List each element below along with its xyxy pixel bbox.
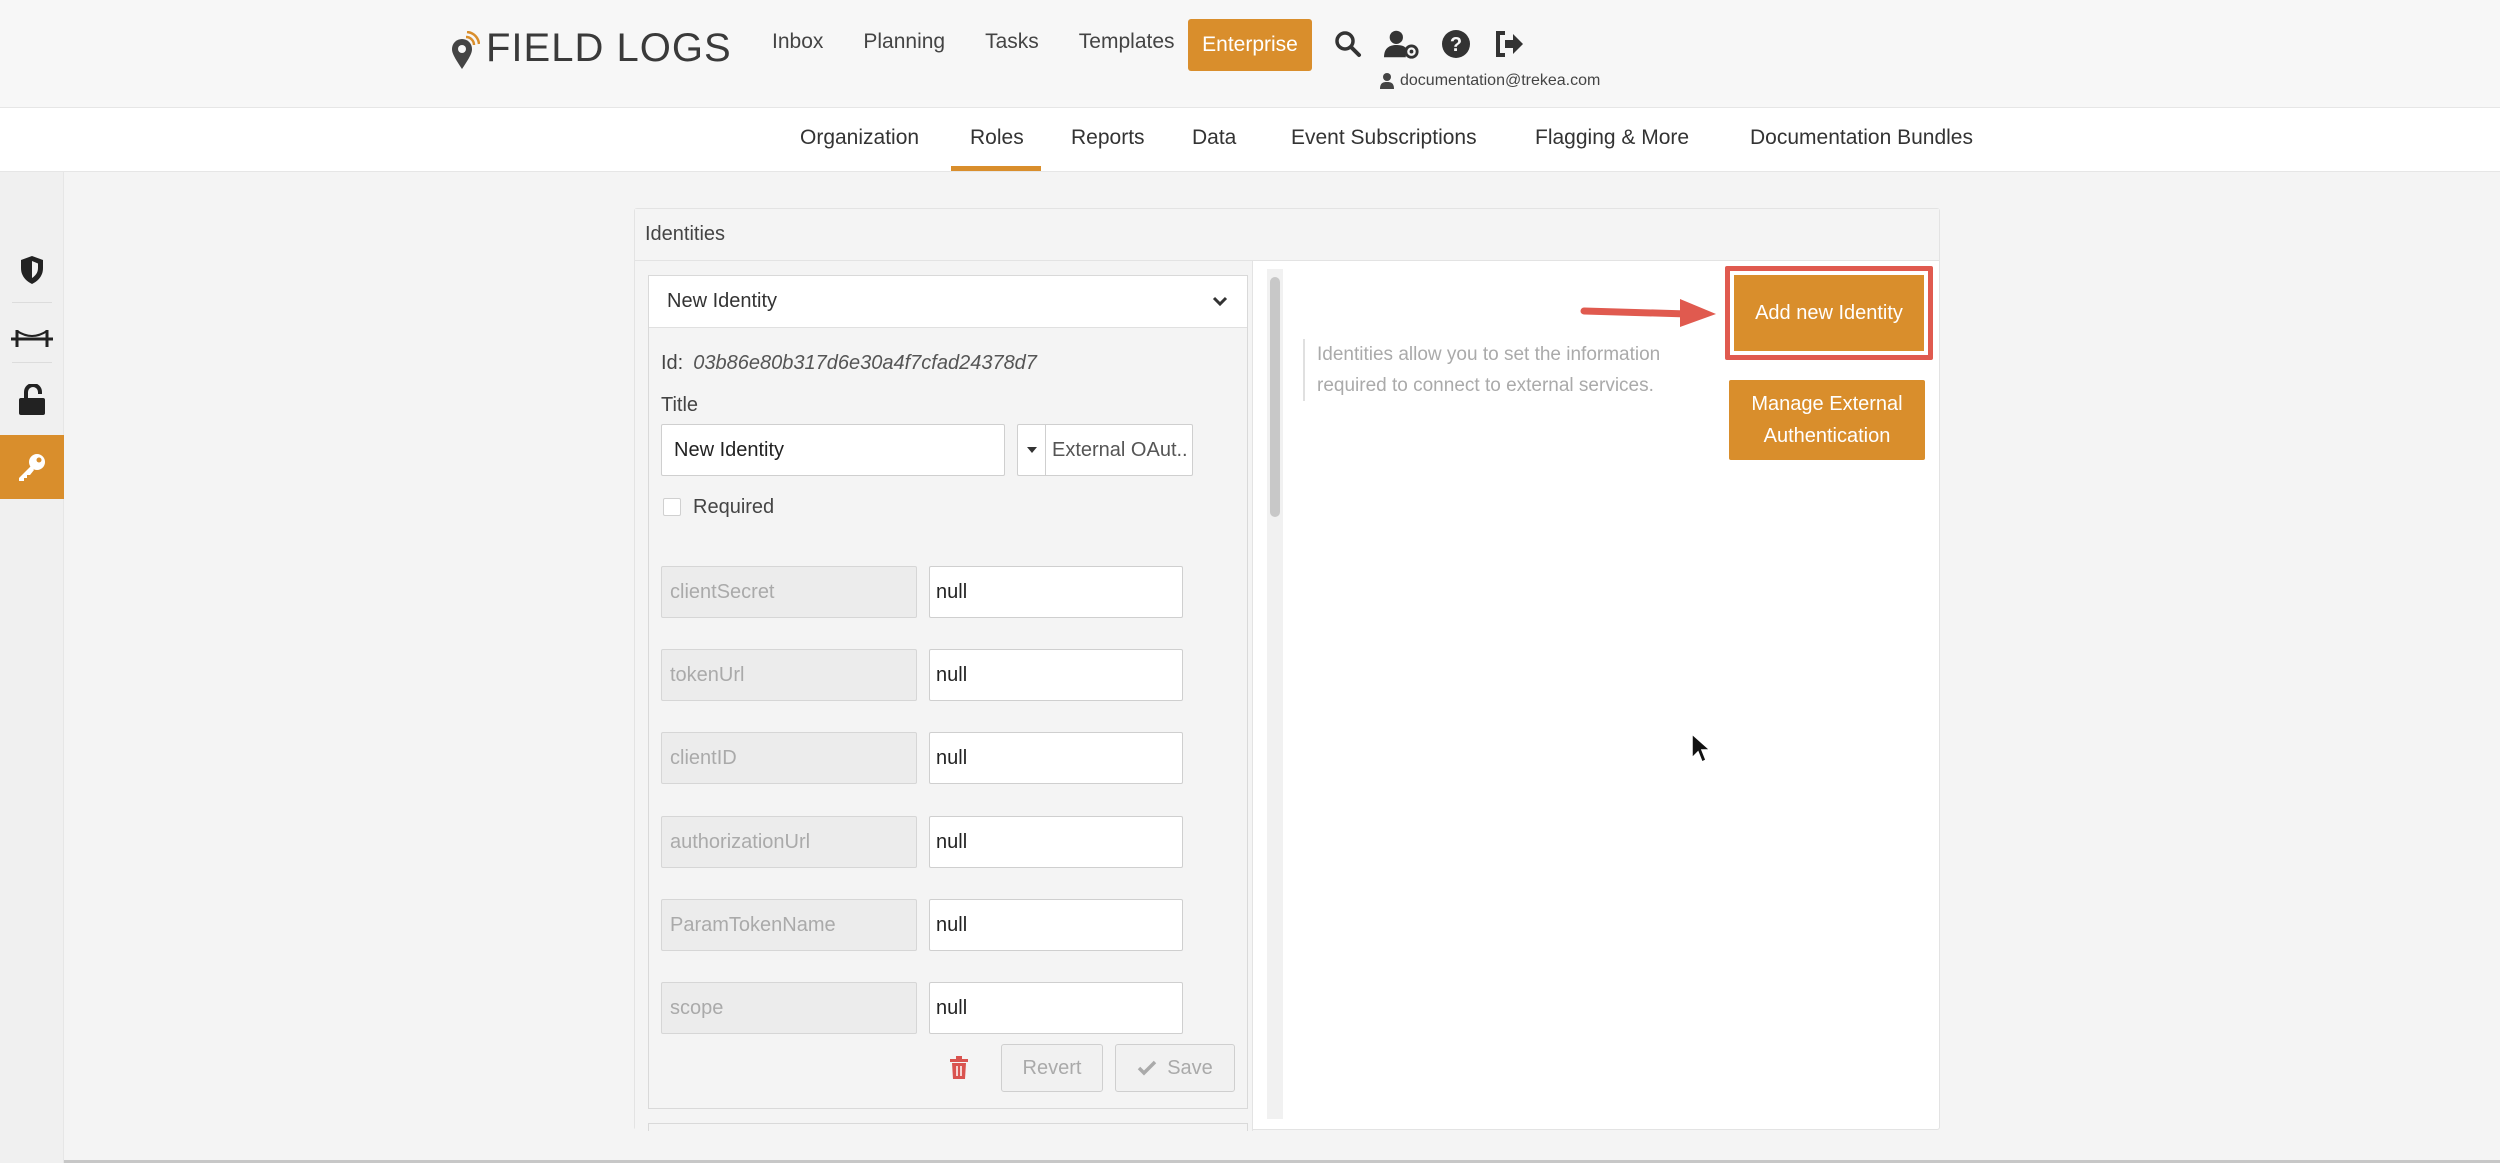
title-label: Title — [661, 394, 699, 416]
sign-out-icon[interactable] — [1492, 26, 1528, 62]
tab-roles[interactable]: Roles — [970, 126, 1024, 150]
user-gear-icon[interactable] — [1384, 26, 1420, 62]
rail-divider — [12, 362, 52, 363]
key-icon — [19, 454, 45, 481]
unlock-icon — [19, 384, 45, 415]
tab-event-subscriptions[interactable]: Event Subscriptions — [1291, 126, 1477, 150]
field-key: clientID — [661, 732, 917, 784]
user-email: documentation@trekea.com — [1400, 72, 1601, 89]
tab-flagging-more[interactable]: Flagging & More — [1535, 126, 1689, 150]
brand-name: FIELD LOGS — [486, 26, 732, 70]
admin-subnav: Organization Roles Reports Data Event Su… — [0, 107, 2500, 172]
identity-type-select[interactable]: External OAut.. — [1017, 424, 1193, 476]
tab-data[interactable]: Data — [1192, 126, 1236, 150]
nav-tasks[interactable]: Tasks — [985, 30, 1039, 54]
panel-header: Identities — [635, 209, 1939, 261]
rail-permissions[interactable] — [0, 368, 64, 432]
top-nav: Inbox Planning Tasks Templates — [772, 30, 1215, 54]
save-label: Save — [1167, 1056, 1213, 1079]
caret-down-icon — [1018, 425, 1046, 475]
field-value-input[interactable]: null — [929, 816, 1183, 868]
field-value-input[interactable]: null — [929, 732, 1183, 784]
field-value-input[interactable]: null — [929, 899, 1183, 951]
user-icon — [1380, 73, 1394, 89]
identities-info: Identities allow you to set the informat… — [1303, 339, 1723, 401]
required-checkbox[interactable] — [663, 498, 681, 516]
identity-id: Id: 03b86e80b317d6e30a4f7cfad24378d7 — [661, 352, 1037, 375]
required-label: Required — [693, 496, 775, 518]
field-value-input[interactable]: null — [929, 566, 1183, 618]
list-scrollbar[interactable] — [1267, 269, 1283, 1119]
annotation-arrow-icon — [1580, 299, 1716, 327]
search-icon[interactable] — [1330, 26, 1366, 62]
identity-card-title: New Identity — [667, 290, 778, 312]
tab-documentation-bundles[interactable]: Documentation Bundles — [1750, 126, 1973, 150]
shield-icon — [21, 256, 43, 284]
question-circle-icon[interactable]: ? — [1438, 26, 1474, 62]
id-value: 03b86e80b317d6e30a4f7cfad24378d7 — [693, 352, 1037, 374]
current-user: documentation@trekea.com — [1380, 72, 1600, 90]
left-rail — [0, 172, 64, 1163]
rail-bridge[interactable] — [0, 306, 64, 370]
mouse-cursor-icon — [1691, 732, 1712, 764]
add-new-identity-button[interactable]: Add new Identity — [1734, 275, 1924, 351]
panel-title: Identities — [645, 223, 726, 245]
scrollbar-thumb[interactable] — [1270, 277, 1280, 517]
identity-card: New Identity Id: 03b86e80b317d6e30a4f7cfa… — [648, 275, 1248, 1109]
bridge-icon — [11, 330, 53, 347]
field-key: tokenUrl — [661, 649, 917, 701]
header-icons: ? — [1330, 26, 1546, 62]
check-icon — [1137, 1060, 1157, 1076]
field-key: clientSecret — [661, 566, 917, 618]
trash-icon[interactable] — [949, 1056, 969, 1085]
next-identity-card[interactable] — [648, 1123, 1248, 1131]
active-tab-indicator — [951, 166, 1041, 171]
rail-divider — [12, 302, 52, 303]
title-input[interactable] — [661, 424, 1005, 476]
field-key: scope — [661, 982, 917, 1034]
field-value-input[interactable]: null — [929, 649, 1183, 701]
top-header: FIELD LOGS Inbox Planning Tasks Template… — [0, 0, 2500, 107]
highlight-box: Add new Identity — [1725, 266, 1933, 360]
rail-roles[interactable] — [0, 238, 64, 302]
svg-text:?: ? — [1450, 34, 1462, 56]
identities-panel: Identities New Identity Id: 03b86e80b317d… — [634, 208, 1940, 1131]
nav-templates[interactable]: Templates — [1079, 30, 1175, 54]
nav-enterprise-button[interactable]: Enterprise — [1188, 19, 1312, 71]
save-button[interactable]: Save — [1115, 1044, 1235, 1092]
nav-inbox[interactable]: Inbox — [772, 30, 823, 54]
id-label: Id: — [661, 352, 684, 374]
field-value-input[interactable]: null — [929, 982, 1183, 1034]
revert-button[interactable]: Revert — [1001, 1044, 1103, 1092]
identity-card-header[interactable]: New Identity — [649, 276, 1247, 328]
brand-logo[interactable]: FIELD LOGS — [450, 26, 732, 71]
field-key: ParamTokenName — [661, 899, 917, 951]
chevron-down-icon[interactable] — [1211, 292, 1229, 315]
nav-planning[interactable]: Planning — [863, 30, 945, 54]
field-key: authorizationUrl — [661, 816, 917, 868]
identity-type-value: External OAut.. — [1052, 438, 1188, 461]
tab-organization[interactable]: Organization — [800, 126, 919, 150]
rail-identities[interactable] — [0, 435, 64, 499]
manage-external-authentication-button[interactable]: Manage External Authentication — [1729, 380, 1925, 460]
tab-reports[interactable]: Reports — [1071, 126, 1145, 150]
location-pin-icon — [450, 30, 481, 69]
